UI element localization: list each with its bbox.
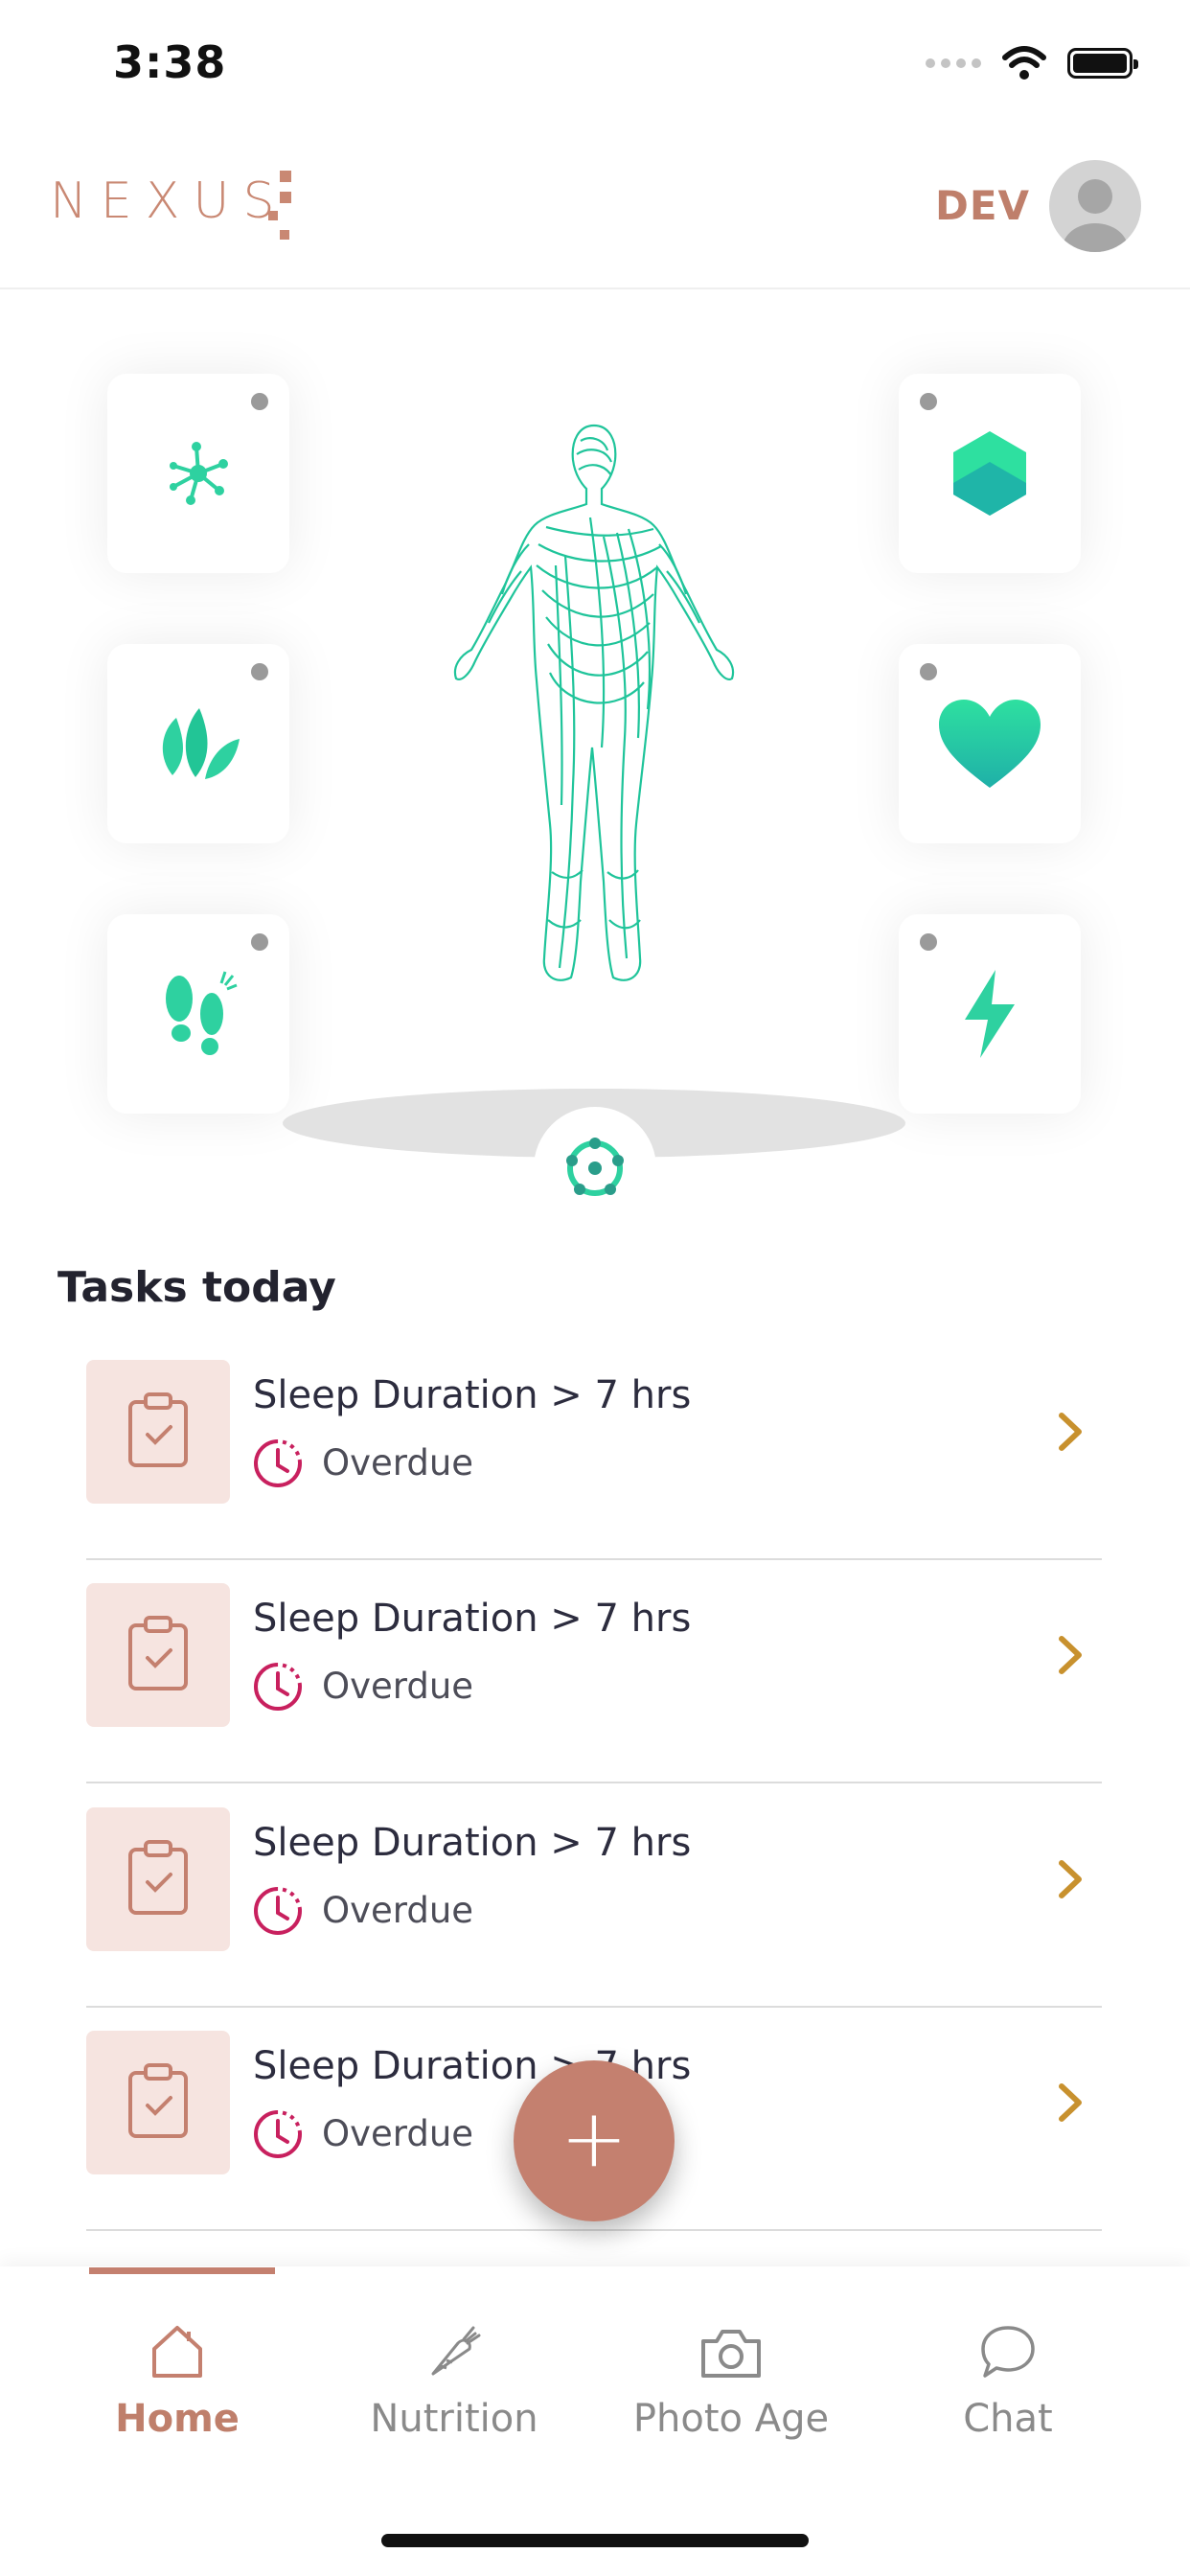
task-row[interactable]: Sleep Duration > 7 hrs Overdue xyxy=(86,1337,1102,1560)
nodes-circle-icon xyxy=(566,1138,624,1196)
tasks-section-title: Tasks today xyxy=(57,1263,336,1312)
clipboard-check-icon xyxy=(128,2063,188,2138)
task-row[interactable]: Sleep Duration > 7 hrs Overdue xyxy=(86,1784,1102,2008)
task-title: Sleep Duration > 7 hrs xyxy=(253,1821,692,1865)
clipboard-check-icon xyxy=(128,1616,188,1690)
leaves-icon xyxy=(162,708,240,779)
chat-bubble-icon xyxy=(981,2326,1035,2378)
nav-active-indicator xyxy=(89,2267,275,2274)
tile-hexagon[interactable] xyxy=(899,374,1081,573)
user-avatar-icon[interactable] xyxy=(1049,160,1141,252)
home-indicator[interactable] xyxy=(381,2534,809,2547)
logo-dots-icon xyxy=(268,171,291,240)
tile-leaves[interactable] xyxy=(107,644,289,843)
task-icon-box xyxy=(86,2031,230,2174)
tile-molecule[interactable] xyxy=(107,374,289,573)
status-dot xyxy=(920,663,937,680)
hexagon-icon xyxy=(953,431,1026,516)
task-status: Overdue xyxy=(322,2113,474,2154)
task-icon-box xyxy=(86,1807,230,1951)
task-status: Overdue xyxy=(322,1442,474,1484)
status-dot xyxy=(920,933,937,951)
status-dot xyxy=(251,663,268,680)
task-title: Sleep Duration > 7 hrs xyxy=(253,1597,692,1641)
status-dot xyxy=(251,393,268,410)
nav-label: Photo Age xyxy=(632,2397,830,2441)
status-time: 3:38 xyxy=(113,36,227,88)
clipboard-check-icon xyxy=(128,1840,188,1915)
task-status: Overdue xyxy=(322,1890,474,1931)
tile-energy[interactable] xyxy=(899,914,1081,1114)
heart-icon xyxy=(939,700,1041,788)
clock-overdue-icon xyxy=(254,1887,302,1935)
footprints-icon xyxy=(166,971,238,1055)
center-scan-button[interactable] xyxy=(534,1107,656,1230)
chevron-right-icon[interactable] xyxy=(1054,1410,1087,1454)
tile-steps[interactable] xyxy=(107,914,289,1114)
nav-item-chat[interactable]: Chat xyxy=(869,2305,1147,2441)
nav-item-home[interactable]: Home xyxy=(38,2305,316,2441)
nav-label: Nutrition xyxy=(370,2397,538,2441)
carrot-icon xyxy=(431,2326,481,2376)
camera-icon xyxy=(701,2330,761,2378)
clock-overdue-icon xyxy=(254,2110,302,2158)
app-logo-text: NEXUS xyxy=(50,172,288,230)
task-row[interactable]: Sleep Duration > 7 hrs Overdue xyxy=(86,1560,1102,1783)
home-icon xyxy=(152,2326,202,2378)
task-title: Sleep Duration > 7 hrs xyxy=(253,1373,692,1417)
clipboard-check-icon xyxy=(128,1392,188,1467)
wifi-icon xyxy=(1002,46,1046,80)
nav-item-photo-age[interactable]: Photo Age xyxy=(592,2305,870,2441)
chevron-right-icon[interactable] xyxy=(1054,2081,1087,2125)
battery-icon xyxy=(1067,48,1138,79)
nav-label: Home xyxy=(115,2397,240,2441)
user-name[interactable]: DEV xyxy=(935,182,1030,229)
lightning-icon xyxy=(965,970,1015,1058)
signal-dots-icon xyxy=(926,58,981,68)
task-status: Overdue xyxy=(322,1666,474,1707)
nav-label: Chat xyxy=(963,2397,1053,2441)
molecule-icon xyxy=(170,442,228,505)
status-icons xyxy=(926,46,1138,80)
body-figure-illustration xyxy=(453,424,735,981)
tile-heart[interactable] xyxy=(899,644,1081,843)
clock-overdue-icon xyxy=(254,1439,302,1487)
nav-item-nutrition[interactable]: Nutrition xyxy=(315,2305,593,2441)
chevron-right-icon[interactable] xyxy=(1054,1857,1087,1901)
add-task-button[interactable]: + xyxy=(514,2060,675,2221)
chevron-right-icon[interactable] xyxy=(1054,1633,1087,1677)
task-icon-box xyxy=(86,1360,230,1504)
clock-overdue-icon xyxy=(254,1663,302,1711)
status-dot xyxy=(251,933,268,951)
task-icon-box xyxy=(86,1583,230,1727)
status-dot xyxy=(920,393,937,410)
